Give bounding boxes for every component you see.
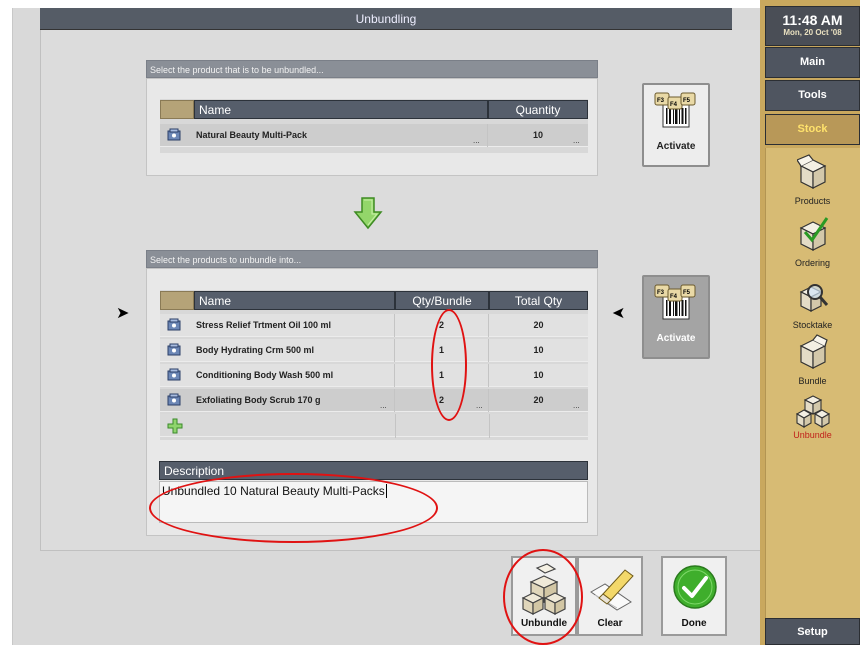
boxes-icon: [521, 563, 567, 615]
description-text: Unbundled 10 Natural Beauty Multi-Packs: [162, 484, 385, 498]
text-cursor: [385, 484, 387, 498]
sidebar-item-ordering[interactable]: Ordering: [765, 214, 860, 276]
column-header-quantity[interactable]: Quantity: [488, 100, 588, 119]
done-button[interactable]: Done: [661, 556, 727, 636]
boxes-icon: [795, 395, 831, 428]
svg-text:F3: F3: [657, 98, 665, 104]
grid-corner: [160, 100, 194, 119]
svg-text:F5: F5: [683, 98, 691, 104]
column-divider: [395, 414, 396, 438]
window-title: Unbundling: [40, 8, 732, 30]
product-icon: [167, 393, 181, 406]
arrow-down-icon: [353, 197, 383, 230]
checkmark-icon: [673, 565, 717, 609]
pointer-right-icon: ➤: [116, 305, 130, 322]
ellipsis-button[interactable]: ...: [573, 136, 580, 145]
total-qty-cell: 20: [533, 320, 544, 330]
nav-setup[interactable]: Setup: [765, 618, 860, 645]
sidebar-item-label: Unbundle: [793, 430, 832, 440]
unbundle-label: Unbundle: [520, 618, 568, 629]
grid-corner: [160, 291, 194, 310]
svg-text:F4: F4: [670, 294, 678, 300]
activate-button-target[interactable]: F3 F4 F5 Activate: [642, 275, 710, 359]
source-product-name[interactable]: Natural Beauty Multi-Pack: [194, 124, 488, 147]
activate-label: Activate: [656, 333, 696, 344]
product-name-cell[interactable]: Conditioning Body Wash 500 ml: [194, 364, 395, 387]
product-name-cell[interactable]: Exfoliating Body Scrub 170 g: [194, 389, 395, 412]
product-name-cell[interactable]: Body Hydrating Crm 500 ml: [194, 339, 395, 362]
sidebar-item-products[interactable]: Products: [765, 152, 860, 214]
activate-button-source[interactable]: F3 F4 F5 Activate: [642, 83, 710, 167]
column-header-name[interactable]: Name: [194, 291, 395, 310]
total-qty-cell: 10: [533, 345, 544, 355]
svg-text:F3: F3: [657, 290, 665, 296]
clear-button[interactable]: Clear: [577, 556, 643, 636]
ellipsis-button[interactable]: ...: [573, 401, 580, 410]
sidebar-item-label: Ordering: [794, 258, 830, 268]
box-check-icon: [799, 217, 829, 251]
svg-text:F5: F5: [683, 290, 691, 296]
qty-bundle-cell[interactable]: 1: [395, 364, 489, 387]
pointer-left-icon: ➤: [612, 305, 626, 322]
clock-time: 11:48 AM: [782, 12, 843, 28]
sidebar-item-stocktake[interactable]: Stocktake: [765, 276, 860, 338]
product-icon: [167, 318, 181, 331]
ellipsis-button[interactable]: ...: [380, 401, 387, 410]
column-divider: [489, 414, 490, 438]
box-icon: [799, 334, 828, 369]
column-header-qty-bundle[interactable]: Qty/Bundle: [395, 291, 489, 310]
product-name-cell[interactable]: Stress Relief Trtment Oil 100 ml: [194, 314, 395, 337]
source-section-header: Select the product that is to be unbundl…: [146, 60, 598, 78]
description-label: Description: [159, 461, 588, 480]
product-icon: [167, 343, 181, 356]
sidebar-item-label: Bundle: [798, 376, 827, 386]
svg-text:F4: F4: [670, 102, 678, 108]
qty-bundle-cell[interactable]: 1: [395, 339, 489, 362]
nav-stock[interactable]: Stock: [765, 114, 860, 145]
eraser-icon: [590, 569, 634, 611]
description-field[interactable]: Unbundled 10 Natural Beauty Multi-Packs: [159, 481, 588, 523]
nav-tools[interactable]: Tools: [765, 80, 860, 111]
add-product-icon[interactable]: [167, 418, 183, 434]
clock-date: Mon, 20 Oct '08: [783, 28, 842, 37]
product-icon: [167, 368, 181, 381]
function-keys-barcode-icon: F3 F4 F5: [654, 284, 696, 320]
nav-main[interactable]: Main: [765, 47, 860, 78]
clock: 11:48 AM Mon, 20 Oct '08: [765, 6, 860, 46]
clear-label: Clear: [597, 618, 623, 629]
target-section-header: Select the products to unbundle into...: [146, 250, 598, 268]
total-qty-cell: 10: [533, 370, 544, 380]
sidebar-item-unbundle[interactable]: Unbundle: [765, 386, 860, 448]
done-label: Done: [681, 618, 707, 629]
add-row[interactable]: [160, 414, 588, 437]
sidebar-item-bundle[interactable]: Bundle: [765, 332, 860, 394]
qty-bundle-cell[interactable]: 2: [395, 389, 489, 412]
column-header-name[interactable]: Name: [194, 100, 488, 119]
ellipsis-button[interactable]: ...: [476, 401, 483, 410]
product-icon: [167, 128, 181, 141]
unbundle-button[interactable]: Unbundle: [511, 556, 577, 636]
sidebar-item-label: Products: [794, 196, 831, 206]
column-header-total-qty[interactable]: Total Qty: [489, 291, 588, 310]
qty-bundle-cell[interactable]: 2: [395, 314, 489, 337]
activate-label: Activate: [656, 141, 696, 152]
sidebar-item-label: Stocktake: [792, 320, 833, 330]
box-icon: [797, 154, 827, 189]
ellipsis-button[interactable]: ...: [473, 136, 480, 145]
magnifier-box-icon: [799, 284, 829, 312]
function-keys-barcode-icon: F3 F4 F5: [654, 92, 696, 128]
